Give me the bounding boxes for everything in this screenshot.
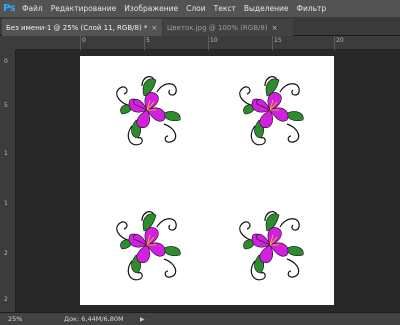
menu-type[interactable]: Текст — [210, 4, 240, 13]
close-icon[interactable]: × — [151, 24, 157, 32]
ruler-label: 5 — [146, 37, 150, 44]
ruler-label: 15 — [274, 37, 282, 44]
tab-document-2[interactable]: Цветок.jpg @ 100% (RGB/8) × — [163, 19, 293, 36]
menu-file[interactable]: Файл — [18, 4, 47, 13]
ruler-label: 20 — [336, 37, 344, 44]
tab-document-1[interactable]: Без имени-1 @ 25% (Слой 11, RGB/8) * × — [2, 19, 162, 36]
flower-illustration — [116, 211, 181, 281]
photoshop-logo[interactable]: Ps — [0, 0, 18, 17]
ruler-label: 1 — [4, 200, 8, 207]
document-canvas[interactable] — [80, 56, 334, 305]
tab-document-2-label: Цветок.jpg @ 100% (RGB/8) — [167, 23, 268, 32]
close-icon[interactable]: × — [272, 24, 278, 32]
ruler-label: 0 — [82, 37, 86, 44]
tab-document-1-label: Без имени-1 @ 25% (Слой 11, RGB/8) * — [6, 23, 148, 32]
menu-edit[interactable]: Редактирование — [47, 4, 120, 13]
document-size-info: Док: 6,44M/6,80M — [64, 315, 124, 323]
flower-illustration — [116, 76, 181, 146]
status-menu-arrow-icon[interactable]: ▶ — [140, 316, 145, 323]
menu-image[interactable]: Изображение — [120, 4, 182, 13]
zoom-level[interactable]: 25% — [0, 315, 48, 323]
flower-illustration — [239, 76, 304, 146]
ruler-corner[interactable] — [0, 36, 16, 50]
document-tab-strip: Без имени-1 @ 25% (Слой 11, RGB/8) * × Ц… — [0, 17, 400, 36]
ruler-label: 0 — [4, 58, 8, 65]
ruler-label: 2 — [4, 296, 8, 303]
status-bar: 25% Док: 6,44M/6,80M ▶ — [0, 312, 400, 325]
ruler-label: 1 — [4, 150, 8, 157]
menu-filter[interactable]: Фильтр — [293, 4, 331, 13]
horizontal-ruler[interactable]: 0 5 10 15 20 — [16, 36, 400, 50]
menu-select[interactable]: Выделение — [240, 4, 293, 13]
ruler-label: 10 — [210, 37, 218, 44]
vertical-ruler[interactable]: 0 5 1 1 2 2 — [0, 50, 16, 312]
ruler-label: 2 — [4, 250, 8, 257]
flower-illustration — [239, 211, 304, 281]
ruler-label: 5 — [4, 102, 8, 109]
menu-layers[interactable]: Слои — [182, 4, 210, 13]
menu-bar: Ps Файл Редактирование Изображение Слои … — [0, 0, 400, 17]
workspace — [16, 50, 400, 312]
